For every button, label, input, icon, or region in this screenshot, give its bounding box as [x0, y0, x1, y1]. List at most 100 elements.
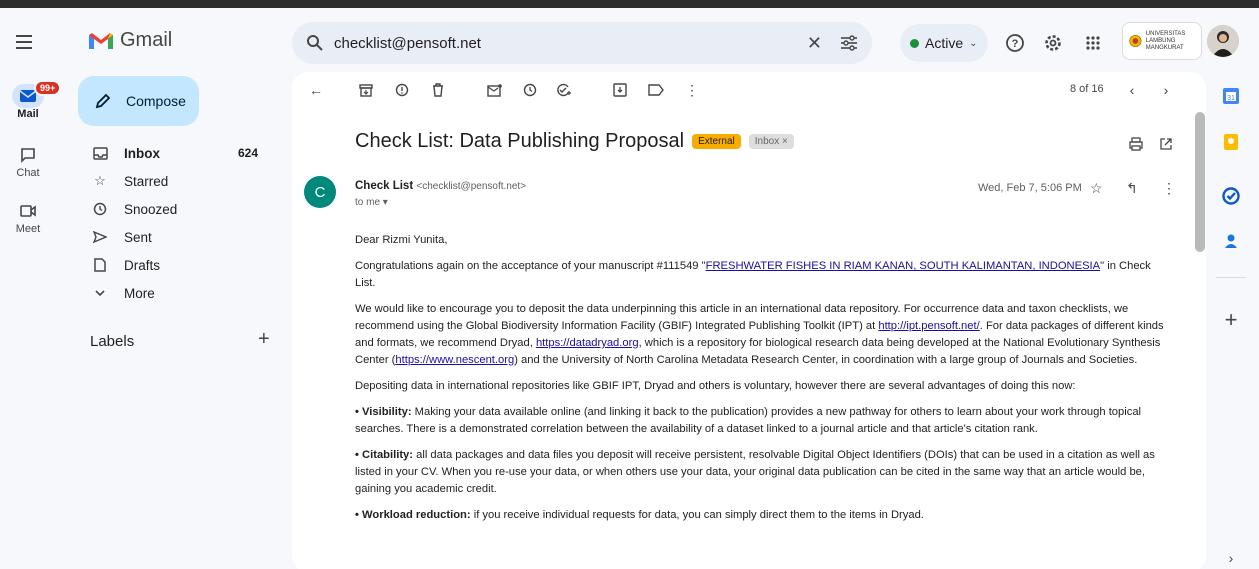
- nescent-link[interactable]: https://www.nescent.org: [395, 354, 514, 366]
- account-avatar[interactable]: [1207, 25, 1239, 57]
- unread-badge: 99+: [34, 80, 62, 96]
- pencil-icon: [95, 93, 111, 109]
- rail-chat[interactable]: Chat: [0, 143, 56, 179]
- status-selector[interactable]: Active ⌄: [900, 24, 988, 62]
- calendar-icon[interactable]: 31: [1219, 84, 1243, 108]
- label-icon[interactable]: [646, 80, 666, 100]
- nav-label-more: More: [124, 285, 155, 301]
- delete-icon[interactable]: [428, 80, 448, 100]
- chevron-down-icon: ⌄: [969, 37, 978, 49]
- rail-mail[interactable]: 99+ Mail: [0, 80, 62, 120]
- nav-item-sent[interactable]: Sent: [78, 223, 268, 251]
- ipt-link[interactable]: http://ipt.pensoft.net/: [878, 320, 979, 332]
- clock-icon: [90, 202, 110, 216]
- organization-badge[interactable]: UNIVERSITAS LAMBUNG MANGKURAT: [1122, 22, 1202, 60]
- report-spam-icon[interactable]: [392, 80, 412, 100]
- compose-button[interactable]: Compose: [78, 76, 199, 126]
- recipient-text: to me: [355, 197, 381, 208]
- nav-label-drafts: Drafts: [124, 257, 161, 273]
- email-view: ← ⋮ 8 of 16 ‹ › Check List: Data Publish…: [292, 72, 1206, 569]
- email-subject-row: Check List: Data Publishing Proposal Ext…: [355, 130, 794, 153]
- chevron-down-icon: [90, 289, 110, 297]
- settings-gear-icon[interactable]: [1042, 32, 1064, 54]
- university-name-line2: LAMBUNG MANGKURAT: [1145, 37, 1184, 51]
- caret-down-icon: ▾: [382, 197, 388, 208]
- email-subject: Check List: Data Publishing Proposal: [355, 130, 685, 152]
- archive-icon[interactable]: [356, 80, 376, 100]
- university-name-line1: UNIVERSITAS: [1145, 30, 1186, 37]
- right-rail-divider: [1216, 277, 1246, 278]
- paragraph-visibility: • Visibility: Making your data available…: [355, 406, 1142, 435]
- nav-item-more[interactable]: More: [78, 279, 268, 307]
- email-scrollbar[interactable]: [1195, 112, 1205, 252]
- main-menu-button[interactable]: [12, 30, 36, 54]
- search-bar[interactable]: checklist@pensoft.net ✕: [292, 22, 872, 64]
- gmail-logo[interactable]: Gmail: [88, 29, 172, 52]
- manuscript-link[interactable]: FRESHWATER FISHES IN RIAM KANAN, SOUTH K…: [706, 260, 1101, 272]
- paragraph-2: We would like to encourage you to deposi…: [355, 303, 1164, 366]
- add-label-icon[interactable]: +: [258, 328, 270, 351]
- nav-label-starred: Starred: [124, 173, 169, 189]
- external-tag: External: [692, 134, 741, 149]
- help-icon[interactable]: ?: [1004, 32, 1026, 54]
- contacts-icon[interactable]: [1219, 229, 1243, 253]
- nav-label-snoozed: Snoozed: [124, 201, 178, 217]
- keep-icon[interactable]: [1219, 130, 1243, 154]
- rail-label-mail: Mail: [17, 108, 39, 120]
- clear-search-icon[interactable]: ✕: [807, 33, 822, 54]
- sender-avatar[interactable]: C: [304, 176, 336, 208]
- chat-icon: [12, 143, 44, 167]
- apps-grid-icon[interactable]: [1082, 32, 1104, 54]
- tasks-icon[interactable]: [1219, 184, 1243, 208]
- print-icon[interactable]: [1126, 134, 1146, 154]
- expand-panel-chevron-icon[interactable]: ›: [1219, 546, 1243, 569]
- nav-label-inbox: Inbox: [124, 145, 160, 161]
- send-icon: [90, 231, 110, 243]
- sender-name[interactable]: Check List: [355, 180, 413, 192]
- video-camera-icon: [12, 199, 44, 223]
- open-new-window-icon[interactable]: [1156, 134, 1176, 154]
- previous-chevron-icon[interactable]: ‹: [1122, 80, 1142, 100]
- snooze-icon[interactable]: [520, 80, 540, 100]
- rail-meet[interactable]: Meet: [0, 199, 56, 235]
- paragraph-workload: • Workload reduction: if you receive ind…: [355, 509, 924, 521]
- email-toolbar: ← ⋮ 8 of 16 ‹ ›: [292, 72, 1206, 108]
- add-task-icon[interactable]: [554, 80, 574, 100]
- university-seal-icon: [1129, 34, 1142, 48]
- next-chevron-icon[interactable]: ›: [1156, 80, 1176, 100]
- nav-item-inbox[interactable]: Inbox 624: [78, 139, 268, 167]
- more-options-icon[interactable]: ⋮: [682, 80, 702, 100]
- app-name: Gmail: [120, 29, 173, 51]
- nav-item-drafts[interactable]: Drafts: [78, 251, 268, 279]
- star-icon: ☆: [94, 173, 106, 188]
- pagination-text: 8 of 16: [1070, 83, 1104, 95]
- rail-label-meet: Meet: [15, 223, 41, 235]
- email-date: Wed, Feb 7, 5:06 PM: [978, 182, 1082, 194]
- search-input[interactable]: checklist@pensoft.net: [334, 35, 807, 52]
- star-icon[interactable]: ☆: [1090, 180, 1103, 197]
- nav-label-sent: Sent: [124, 229, 152, 245]
- message-more-icon[interactable]: ⋮: [1162, 180, 1176, 197]
- back-arrow-icon[interactable]: ←: [306, 80, 326, 100]
- recipient-details-toggle[interactable]: to me ▾: [355, 197, 388, 208]
- nav-item-snoozed[interactable]: Snoozed: [78, 195, 268, 223]
- search-options-icon[interactable]: [840, 35, 858, 51]
- nav-item-starred[interactable]: ☆ Starred: [78, 167, 268, 195]
- search-icon[interactable]: [306, 34, 324, 52]
- sender-line: Check List <checklist@pensoft.net>: [355, 180, 526, 192]
- reply-icon[interactable]: ↰: [1126, 180, 1138, 197]
- inbox-label-tag[interactable]: Inbox ×: [748, 134, 794, 149]
- gmail-m-icon: [89, 32, 113, 49]
- status-label: Active: [925, 35, 964, 51]
- add-addon-icon[interactable]: +: [1219, 307, 1243, 332]
- draft-icon: [90, 258, 110, 272]
- svg-text:?: ?: [1012, 38, 1019, 50]
- move-to-icon[interactable]: [610, 80, 630, 100]
- greeting: Dear Rizmi Yunita,: [355, 234, 448, 246]
- paragraph-citability: • Citability: all data packages and data…: [355, 449, 1155, 495]
- mark-unread-icon[interactable]: [484, 80, 504, 100]
- sender-email: <checklist@pensoft.net>: [416, 181, 527, 192]
- svg-text:31: 31: [1227, 95, 1235, 102]
- dryad-link[interactable]: https://datadryad.org: [536, 337, 639, 349]
- labels-heading: Labels: [90, 333, 135, 350]
